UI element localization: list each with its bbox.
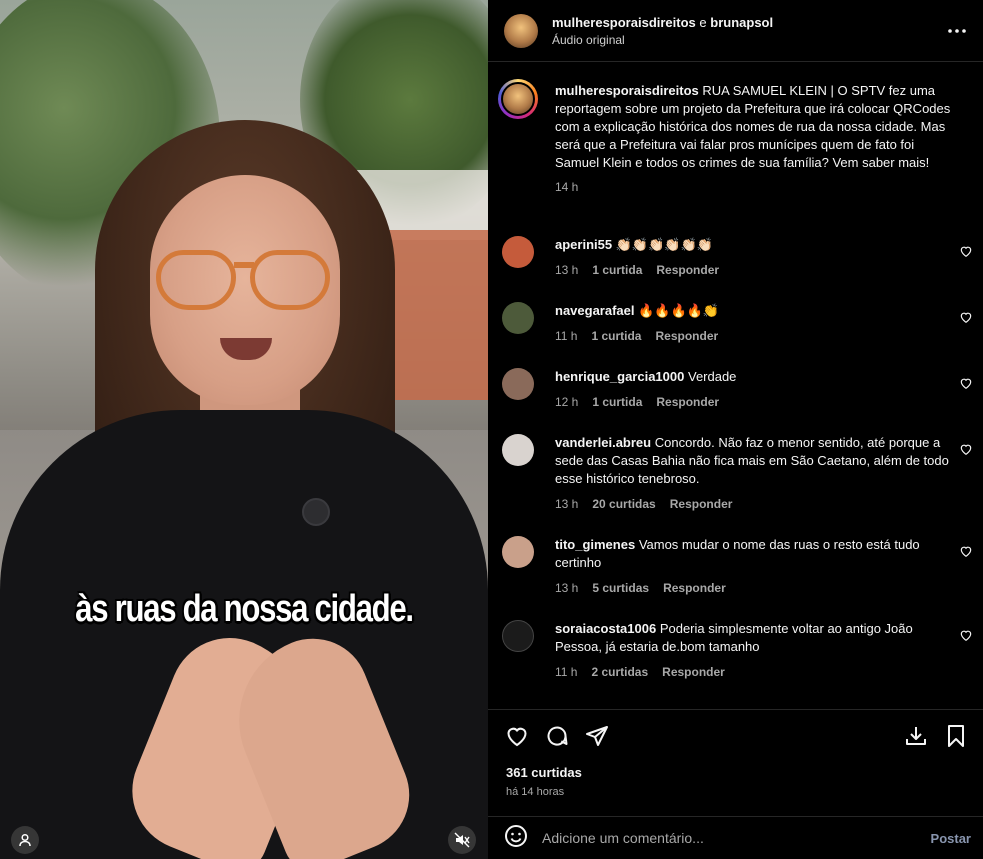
comment-username[interactable]: vanderlei.abreu <box>555 435 651 450</box>
video-subtitle: às ruas da nossa cidade. <box>75 588 414 630</box>
avatar[interactable] <box>502 536 534 568</box>
comment-time: 13 h <box>555 263 579 277</box>
person-glasses <box>250 250 330 310</box>
comment-text: Verdade <box>687 369 737 384</box>
comment-item: vanderlei.abreu Concordo. Não faz o meno… <box>502 434 973 511</box>
bookmark-icon[interactable] <box>943 723 969 749</box>
avatar[interactable] <box>502 434 534 466</box>
comment-text: 🔥🔥🔥🔥👏 <box>638 303 720 318</box>
person-glasses-bridge <box>234 262 254 268</box>
comment-likes[interactable]: 1 curtida <box>591 329 641 343</box>
heart-icon[interactable] <box>959 544 973 558</box>
action-bar <box>504 720 969 752</box>
comment-text: 👏🏻👏🏻👏🏻👏🏻👏🏻👏🏻 <box>615 237 713 252</box>
person-glasses <box>156 250 236 310</box>
comment-input[interactable] <box>542 830 931 846</box>
comment-time: 11 h <box>555 329 578 343</box>
comment-item: soraiacosta1006 Poderia simplesmente vol… <box>502 620 973 679</box>
emoji-icon[interactable] <box>504 824 528 853</box>
heart-icon[interactable] <box>959 310 973 324</box>
comment-username[interactable]: tito_gimenes <box>555 537 635 552</box>
post-time: há 14 horas <box>506 786 565 798</box>
reply-button[interactable]: Responder <box>662 665 725 679</box>
comment-composer: Postar <box>488 816 983 859</box>
comment-time: 12 h <box>555 395 579 409</box>
heart-icon[interactable] <box>959 442 973 456</box>
heart-icon[interactable] <box>959 376 973 390</box>
avatar[interactable] <box>502 302 534 334</box>
comment-item: aperini55 👏🏻👏🏻👏🏻👏🏻👏🏻👏🏻 13 h 1 curtida Resp… <box>502 236 973 277</box>
author-link[interactable]: brunapsol <box>710 15 773 30</box>
post-caption: mulheresporaisdireitos RUA SAMUEL KLEIN … <box>498 79 973 194</box>
avatar[interactable] <box>502 620 534 652</box>
heart-icon[interactable] <box>959 628 973 642</box>
caption-username[interactable]: mulheresporaisdireitos <box>555 83 699 98</box>
avatar[interactable] <box>504 13 538 48</box>
mute-icon[interactable] <box>448 826 476 854</box>
caption-text: mulheresporaisdireitos RUA SAMUEL KLEIN … <box>555 82 951 172</box>
comment-username[interactable]: soraiacosta1006 <box>555 621 656 636</box>
reply-button[interactable]: Responder <box>655 329 718 343</box>
likes-count[interactable]: 361 curtidas <box>506 765 582 780</box>
avatar[interactable] <box>498 79 538 119</box>
post-panel: mulheresporaisdireitos e brunapsol Áudio… <box>488 0 983 859</box>
author-link[interactable]: mulheresporaisdireitos <box>552 15 696 30</box>
comment-time: 11 h <box>555 665 578 679</box>
share-icon[interactable] <box>584 723 610 749</box>
heart-icon[interactable] <box>504 723 530 749</box>
reply-button[interactable]: Responder <box>670 497 733 511</box>
download-icon[interactable] <box>903 723 929 749</box>
comment-username[interactable]: navegarafael <box>555 303 635 318</box>
reply-button[interactable]: Responder <box>656 263 719 277</box>
comment-likes[interactable]: 20 curtidas <box>592 497 655 511</box>
comment-time: 13 h <box>555 581 579 595</box>
heart-icon[interactable] <box>959 244 973 258</box>
comment-likes[interactable]: 5 curtidas <box>592 581 649 595</box>
author-conjunction: e <box>699 14 707 30</box>
comment-item: navegarafael 🔥🔥🔥🔥👏 11 h 1 curtida Responde… <box>502 302 973 343</box>
comment-time: 13 h <box>555 497 579 511</box>
comment-likes[interactable]: 1 curtida <box>592 263 642 277</box>
avatar[interactable] <box>502 236 534 268</box>
comment-item: tito_gimenes Vamos mudar o nome das ruas… <box>502 536 973 595</box>
post-authors: mulheresporaisdireitos e brunapsol <box>552 15 945 30</box>
comment-likes[interactable]: 1 curtida <box>592 395 642 409</box>
post-header: mulheresporaisdireitos e brunapsol Áudio… <box>488 0 983 62</box>
reel-video[interactable]: às ruas da nossa cidade. <box>0 0 488 859</box>
reply-button[interactable]: Responder <box>663 581 726 595</box>
comment-username[interactable]: henrique_garcia1000 <box>555 369 684 384</box>
comment-likes[interactable]: 2 curtidas <box>591 665 648 679</box>
comment-username[interactable]: aperini55 <box>555 237 612 252</box>
comment-icon[interactable] <box>544 723 570 749</box>
post-button[interactable]: Postar <box>931 831 971 846</box>
comments-list[interactable]: mulheresporaisdireitos RUA SAMUEL KLEIN … <box>488 62 983 710</box>
more-icon[interactable] <box>945 19 969 43</box>
avatar[interactable] <box>502 368 534 400</box>
reply-button[interactable]: Responder <box>656 395 719 409</box>
audio-label[interactable]: Áudio original <box>552 33 945 47</box>
user-tag-icon[interactable] <box>11 826 39 854</box>
lapel-microphone <box>302 498 330 526</box>
comment-item: henrique_garcia1000 Verdade 12 h 1 curtid… <box>502 368 973 409</box>
caption-time: 14 h <box>555 180 579 194</box>
